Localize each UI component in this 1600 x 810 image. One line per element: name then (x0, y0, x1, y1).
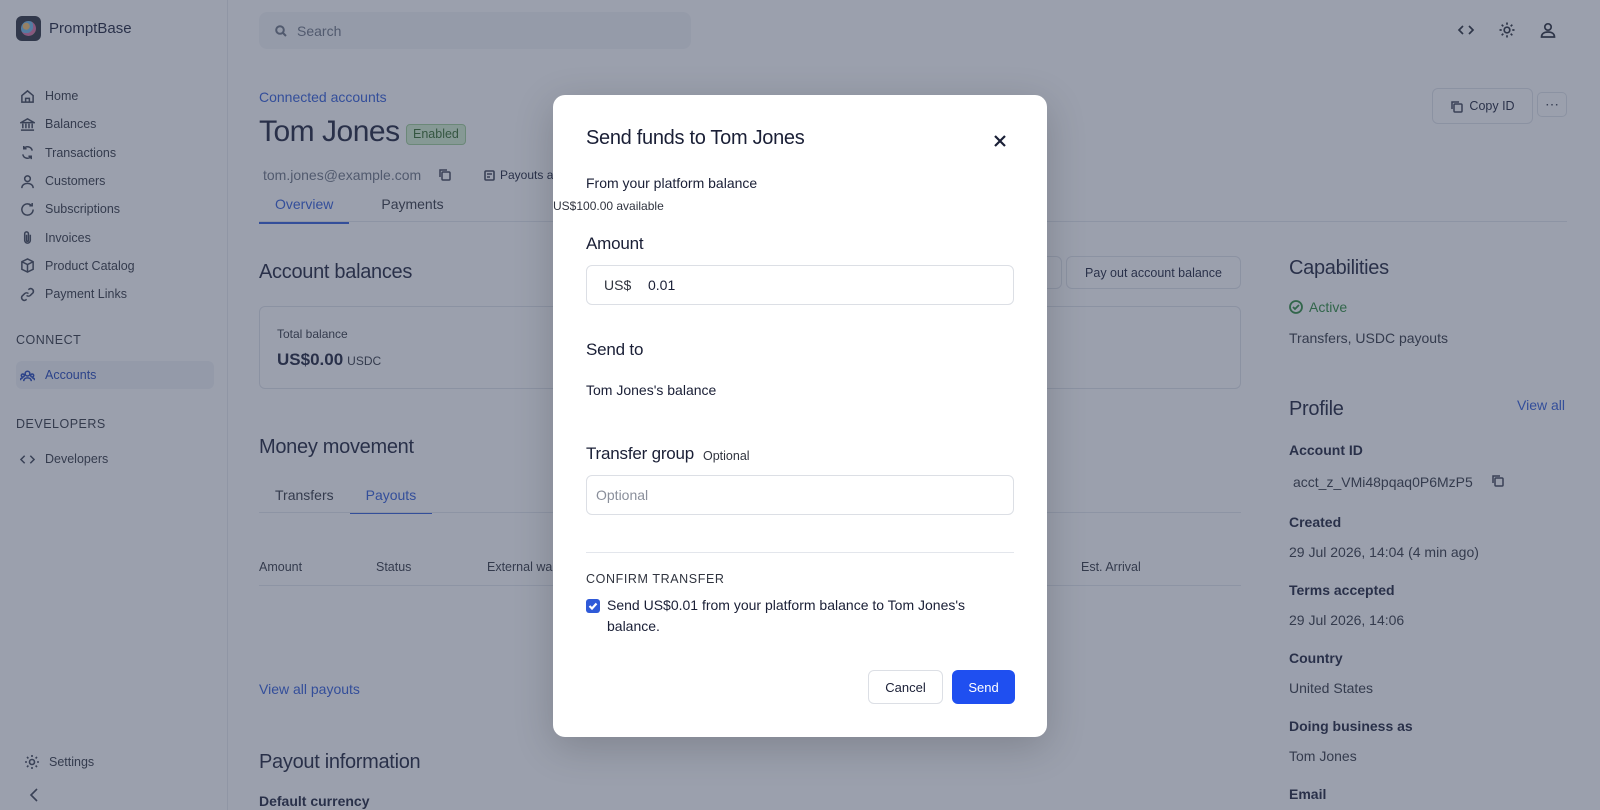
send-to-value: Tom Jones's balance (586, 382, 717, 398)
amount-currency-prefix: US$ (604, 277, 632, 293)
send-button[interactable]: Send (952, 670, 1015, 704)
send-to-label: Send to (586, 340, 644, 359)
check-icon (588, 602, 598, 611)
modal-title: Send funds to Tom Jones (586, 127, 805, 149)
confirm-checkbox[interactable] (586, 599, 600, 613)
amount-label: Amount (586, 234, 644, 253)
transfer-group-input[interactable] (596, 487, 996, 503)
modal-divider (586, 552, 1014, 553)
transfer-group-field[interactable] (586, 475, 1014, 515)
available-balance: US$100.00 available (553, 199, 664, 213)
close-icon (994, 135, 1006, 147)
confirm-transfer-heading: CONFIRM TRANSFER (586, 572, 725, 586)
transfer-group-label: Transfer group (586, 444, 695, 463)
from-balance-label: From your platform balance (586, 175, 758, 191)
close-button[interactable] (992, 133, 1008, 149)
send-funds-modal: Send funds to Tom Jones From your platfo… (553, 95, 1047, 737)
amount-field[interactable]: US$ (586, 265, 1014, 305)
confirm-text: Send US$0.01 from your platform balance … (607, 597, 966, 634)
amount-input[interactable] (648, 277, 988, 293)
cancel-button[interactable]: Cancel (868, 670, 943, 704)
optional-tag: Optional (703, 449, 750, 463)
